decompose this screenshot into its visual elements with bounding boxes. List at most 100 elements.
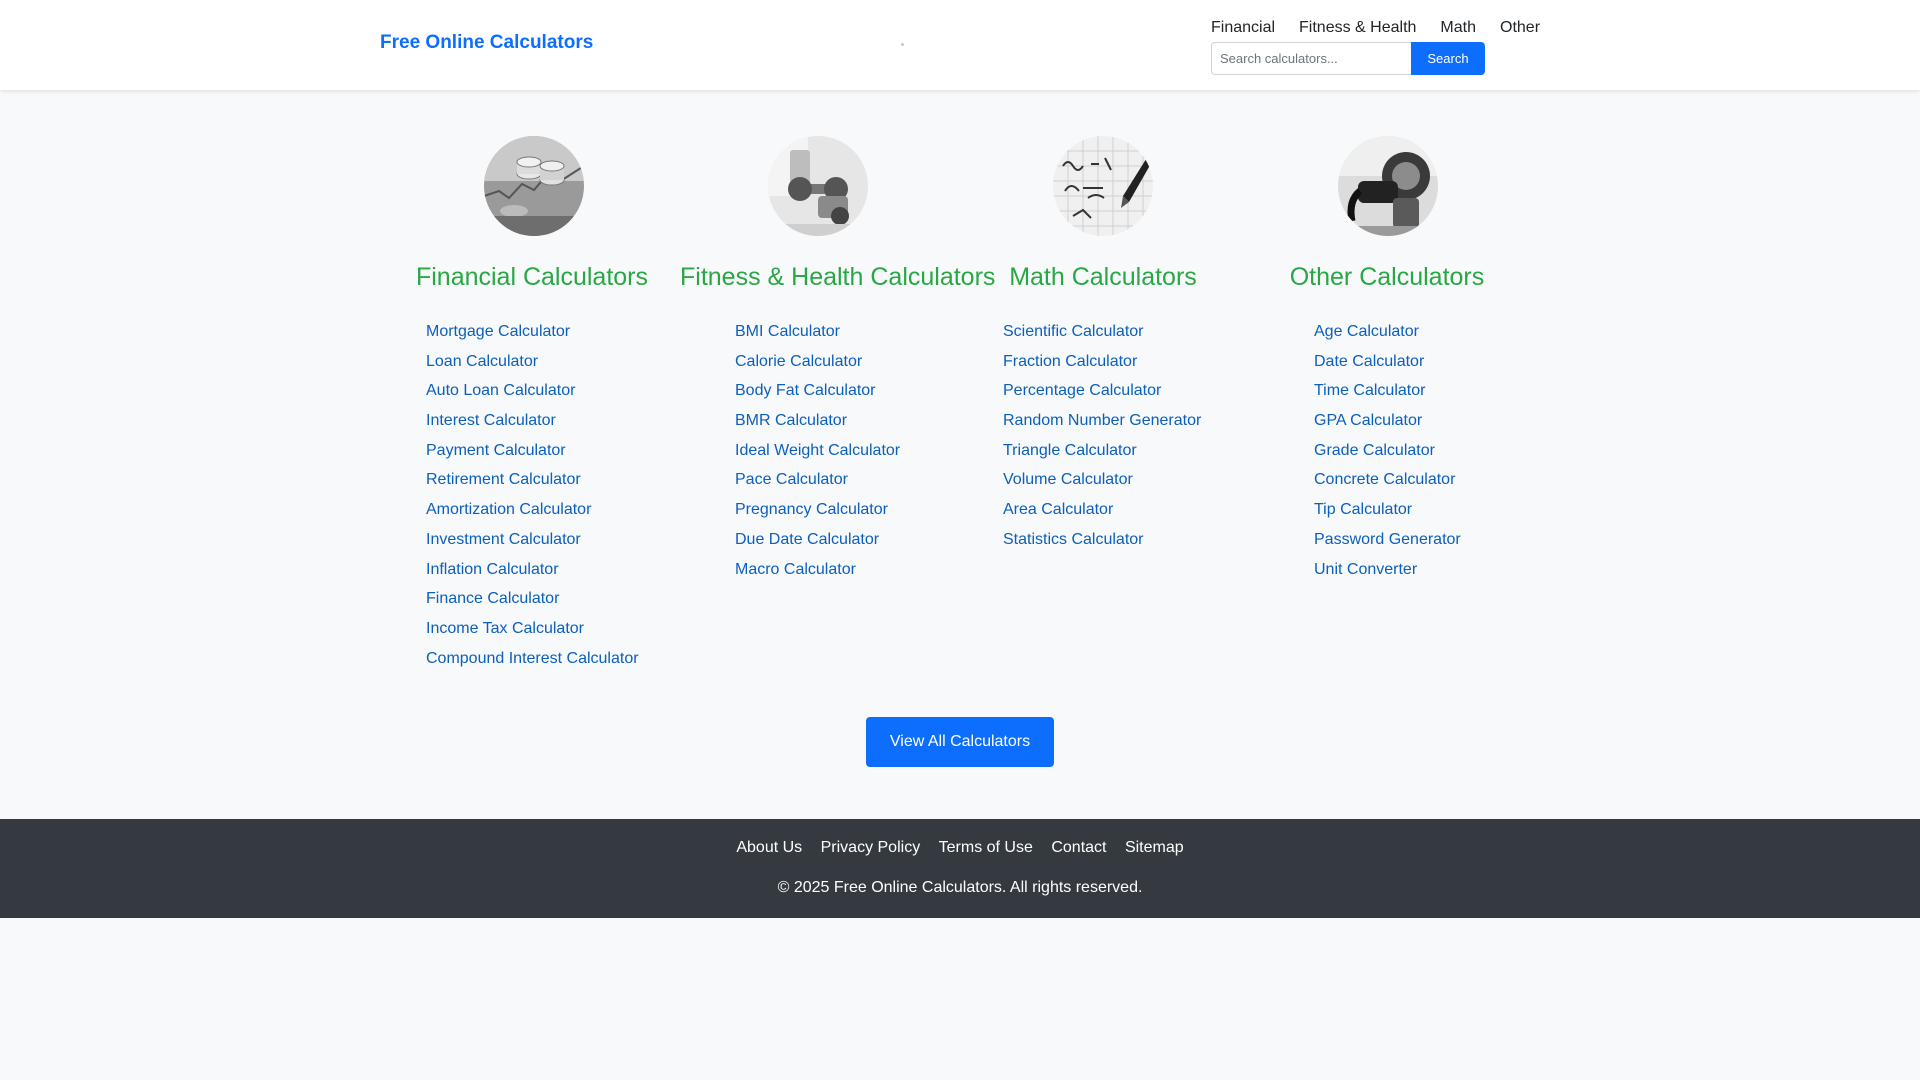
list-item: Inflation Calculator [426, 560, 639, 590]
list-item: Loan Calculator [426, 352, 639, 382]
list-item: Fraction Calculator [1003, 352, 1201, 382]
copyright-text: © 2025 Free Online Calculators. All righ… [777, 879, 1143, 896]
site-footer: About Us Privacy Policy Terms of Use Con… [0, 819, 1920, 918]
calculator-link[interactable]: Calorie Calculator [735, 353, 862, 370]
category-link-list: Mortgage Calculator Loan Calculator Auto… [426, 322, 639, 678]
category-title: Math Calculators [1009, 263, 1197, 291]
list-item: Password Generator [1314, 530, 1461, 560]
list-item: GPA Calculator [1314, 411, 1461, 441]
site-header: Free Online Calculators Financial Fitnes… [0, 0, 1920, 90]
dumbbell-image [768, 136, 868, 236]
list-item: Date Calculator [1314, 352, 1461, 382]
list-item: Percentage Calculator [1003, 381, 1201, 411]
category-title: Financial Calculators [415, 263, 649, 291]
calculator-link[interactable]: Mortgage Calculator [426, 323, 570, 340]
list-item: Calorie Calculator [735, 352, 900, 382]
footer-link-sitemap[interactable]: Sitemap [1125, 839, 1184, 856]
calculator-link[interactable]: BMI Calculator [735, 323, 840, 340]
calculator-link[interactable]: Random Number Generator [1003, 412, 1201, 429]
list-item: Triangle Calculator [1003, 441, 1201, 471]
list-item: Finance Calculator [426, 589, 639, 619]
search-button[interactable]: Search [1411, 42, 1485, 75]
list-item: Age Calculator [1314, 322, 1461, 352]
calculator-link[interactable]: Amortization Calculator [426, 501, 591, 518]
footer-link-privacy-policy[interactable]: Privacy Policy [821, 839, 921, 856]
calculator-link[interactable]: Ideal Weight Calculator [735, 442, 900, 459]
list-item: Statistics Calculator [1003, 530, 1201, 560]
list-item: Retirement Calculator [426, 470, 639, 500]
decorative-dot [901, 43, 904, 46]
list-item: Body Fat Calculator [735, 381, 900, 411]
list-item: Unit Converter [1314, 560, 1461, 590]
category-link-list: Age Calculator Date Calculator Time Calc… [1314, 322, 1461, 589]
nav-link-financial[interactable]: Financial [1211, 19, 1275, 37]
calculator-link[interactable]: Tip Calculator [1314, 501, 1412, 518]
list-item: Investment Calculator [426, 530, 639, 560]
list-item: Volume Calculator [1003, 470, 1201, 500]
footer-link-contact[interactable]: Contact [1051, 839, 1106, 856]
search-form: Search [1211, 42, 1485, 75]
list-item: Payment Calculator [426, 441, 639, 471]
list-item: Concrete Calculator [1314, 470, 1461, 500]
main-nav: Financial Fitness & Health Math Other [1211, 19, 1540, 37]
list-item: Auto Loan Calculator [426, 381, 639, 411]
category-link-list: BMI Calculator Calorie Calculator Body F… [735, 322, 900, 589]
list-item: Amortization Calculator [426, 500, 639, 530]
calculator-link[interactable]: Area Calculator [1003, 501, 1113, 518]
calculator-link[interactable]: Inflation Calculator [426, 561, 559, 578]
list-item: Pregnancy Calculator [735, 500, 900, 530]
calculator-link[interactable]: Triangle Calculator [1003, 442, 1137, 459]
calculator-link[interactable]: Finance Calculator [426, 590, 559, 607]
calculator-link[interactable]: Investment Calculator [426, 531, 581, 548]
list-item: Ideal Weight Calculator [735, 441, 900, 471]
view-all-calculators-button[interactable]: View All Calculators [866, 717, 1054, 767]
calculator-link[interactable]: Statistics Calculator [1003, 531, 1144, 548]
list-item: Tip Calculator [1314, 500, 1461, 530]
footer-link-about-us[interactable]: About Us [736, 839, 802, 856]
math-formula-image [1053, 136, 1153, 236]
nav-link-fitness-health[interactable]: Fitness & Health [1299, 19, 1416, 37]
calculator-link[interactable]: Password Generator [1314, 531, 1461, 548]
calculator-link[interactable]: Fraction Calculator [1003, 353, 1137, 370]
calculator-link[interactable]: Compound Interest Calculator [426, 650, 639, 667]
calculator-link[interactable]: Body Fat Calculator [735, 382, 876, 399]
calculator-link[interactable]: Date Calculator [1314, 353, 1424, 370]
list-item: Time Calculator [1314, 381, 1461, 411]
calculator-link[interactable]: Pregnancy Calculator [735, 501, 888, 518]
calculator-link[interactable]: Interest Calculator [426, 412, 556, 429]
list-item: BMR Calculator [735, 411, 900, 441]
footer-link-terms-of-use[interactable]: Terms of Use [939, 839, 1033, 856]
list-item: Pace Calculator [735, 470, 900, 500]
search-input[interactable] [1211, 42, 1411, 75]
calculator-link[interactable]: Time Calculator [1314, 382, 1425, 399]
calculator-link[interactable]: Concrete Calculator [1314, 471, 1455, 488]
category-title: Other Calculators [1289, 263, 1485, 291]
fuel-pump-image [1338, 136, 1438, 236]
calculator-link[interactable]: BMR Calculator [735, 412, 847, 429]
list-item: Random Number Generator [1003, 411, 1201, 441]
nav-link-math[interactable]: Math [1440, 19, 1476, 37]
list-item: BMI Calculator [735, 322, 900, 352]
calculator-link[interactable]: Age Calculator [1314, 323, 1419, 340]
calculator-link[interactable]: GPA Calculator [1314, 412, 1422, 429]
category-title: Fitness & Health Calculators [680, 263, 996, 291]
calculator-link[interactable]: Due Date Calculator [735, 531, 879, 548]
calculator-link[interactable]: Pace Calculator [735, 471, 848, 488]
list-item: Due Date Calculator [735, 530, 900, 560]
calculator-link[interactable]: Volume Calculator [1003, 471, 1133, 488]
calculator-link[interactable]: Macro Calculator [735, 561, 856, 578]
calculator-link[interactable]: Retirement Calculator [426, 471, 581, 488]
calculator-link[interactable]: Auto Loan Calculator [426, 382, 575, 399]
calculator-link[interactable]: Grade Calculator [1314, 442, 1435, 459]
calculator-link[interactable]: Percentage Calculator [1003, 382, 1161, 399]
calculator-link[interactable]: Loan Calculator [426, 353, 538, 370]
nav-link-other[interactable]: Other [1500, 19, 1540, 37]
calculator-link[interactable]: Scientific Calculator [1003, 323, 1144, 340]
calculator-link[interactable]: Unit Converter [1314, 561, 1417, 578]
footer-links: About Us Privacy Policy Terms of Use Con… [0, 839, 1920, 857]
brand-logo-link[interactable]: Free Online Calculators [380, 32, 593, 54]
calculator-link[interactable]: Income Tax Calculator [426, 620, 584, 637]
calculator-link[interactable]: Payment Calculator [426, 442, 566, 459]
list-item: Compound Interest Calculator [426, 649, 639, 679]
coins-chart-image [484, 136, 584, 236]
